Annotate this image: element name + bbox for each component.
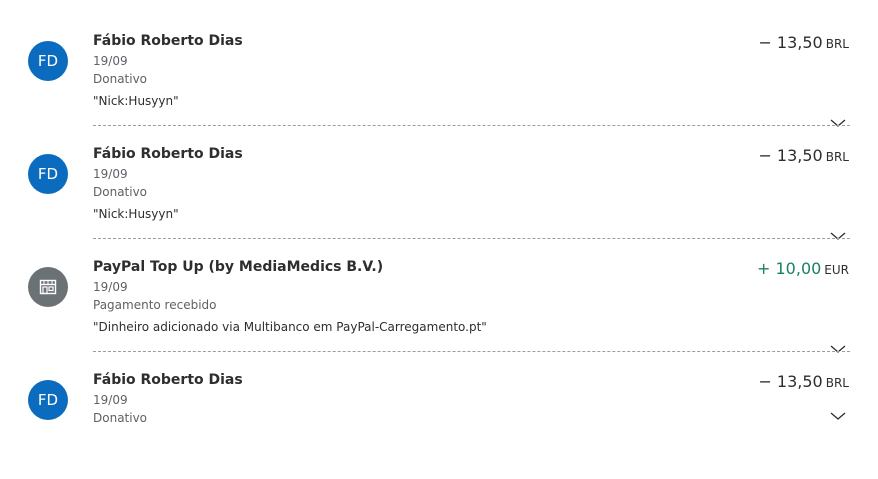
avatar: FD [28, 154, 68, 194]
transaction-name: Fábio Roberto Dias [93, 33, 243, 49]
chevron-down-icon[interactable] [829, 231, 847, 241]
row-divider [93, 238, 850, 239]
avatar-initials: FD [37, 52, 59, 70]
avatar [28, 267, 68, 307]
row-divider [93, 125, 850, 126]
amount-value: − 13,50 [758, 372, 823, 391]
transaction-note: "Nick:Husyyn" [93, 94, 179, 108]
transaction-type: Pagamento recebido [93, 298, 217, 312]
transaction-type: Donativo [93, 72, 148, 86]
amount-value: + 10,00 [757, 259, 822, 278]
avatar: FD [28, 41, 68, 81]
amount-currency: BRL [825, 376, 849, 390]
chevron-down-icon[interactable] [829, 411, 847, 421]
amount-currency: BRL [825, 150, 849, 164]
amount-currency: EUR [824, 263, 849, 277]
transaction-name: Fábio Roberto Dias [93, 372, 243, 388]
transaction-row[interactable]: FD Fábio Roberto Dias 19/09 Donativo − 1… [0, 366, 878, 479]
amount-value: − 13,50 [758, 33, 823, 52]
transaction-date: 19/09 [93, 280, 128, 294]
chevron-down-icon[interactable] [829, 118, 847, 128]
avatar-initials: FD [37, 165, 59, 183]
chevron-down-icon[interactable] [829, 344, 847, 354]
transaction-date: 19/09 [93, 167, 128, 181]
storefront-icon [39, 279, 57, 295]
transaction-row[interactable]: FD Fábio Roberto Dias 19/09 Donativo "Ni… [0, 27, 878, 140]
transaction-row[interactable]: FD Fábio Roberto Dias 19/09 Donativo "Ni… [0, 140, 878, 253]
amount-currency: BRL [825, 37, 849, 51]
transaction-amount: − 13,50 BRL [758, 33, 849, 52]
transaction-list: FD Fábio Roberto Dias 19/09 Donativo "Ni… [0, 0, 878, 445]
transaction-date: 19/09 [93, 393, 128, 407]
transaction-name: Fábio Roberto Dias [93, 146, 243, 162]
transaction-note: "Dinheiro adicionado via Multibanco em P… [93, 320, 487, 334]
transaction-amount: − 13,50 BRL [758, 372, 849, 391]
transaction-type: Donativo [93, 411, 148, 425]
amount-value: − 13,50 [758, 146, 823, 165]
avatar-initials: FD [37, 391, 59, 409]
transaction-amount: + 10,00 EUR [757, 259, 849, 278]
avatar: FD [28, 380, 68, 420]
transaction-date: 19/09 [93, 54, 128, 68]
transaction-type: Donativo [93, 185, 148, 199]
row-divider [93, 351, 850, 352]
transaction-amount: − 13,50 BRL [758, 146, 849, 165]
transaction-name: PayPal Top Up (by MediaMedics B.V.) [93, 259, 384, 275]
transaction-note: "Nick:Husyyn" [93, 207, 179, 221]
transaction-row[interactable]: PayPal Top Up (by MediaMedics B.V.) 19/0… [0, 253, 878, 366]
